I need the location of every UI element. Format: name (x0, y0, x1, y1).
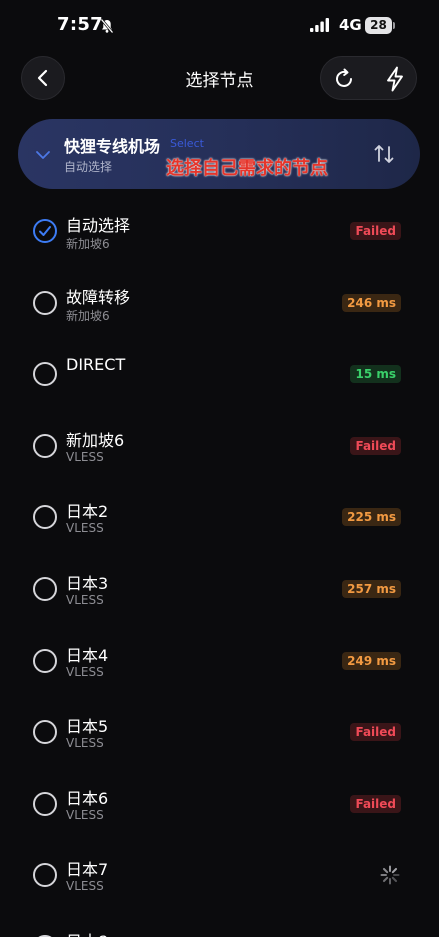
loading-spinner-icon (380, 865, 400, 885)
radio-unchecked[interactable] (33, 649, 57, 673)
proxy-item[interactable]: 新加坡6 VLESS Failed (0, 411, 439, 481)
latency-badge[interactable]: 249 ms (342, 652, 401, 670)
radio-unchecked[interactable] (33, 362, 57, 386)
group-selected-proxy: 自动选择 (64, 160, 113, 174)
status-bar: 7:57 4G 28 (0, 0, 439, 52)
proxy-item[interactable]: 日本4 VLESS 249 ms (0, 626, 439, 696)
proxy-name: 新加坡6 (66, 431, 125, 450)
battery-level: 28 (370, 18, 387, 32)
proxy-item[interactable]: 故障转移新加坡6 246 ms (0, 268, 439, 338)
proxy-name: 日本6 (66, 789, 109, 808)
proxy-name: 日本4 (66, 646, 109, 665)
proxy-item[interactable]: 日本2 VLESS 225 ms (0, 482, 439, 552)
status-time: 7:57 (57, 14, 103, 35)
proxy-protocol: VLESS (66, 593, 104, 607)
group-type: Select (170, 137, 204, 150)
status-badge-failed[interactable]: Failed (350, 437, 401, 455)
signal-icon (310, 18, 329, 32)
proxy-item[interactable]: 自动选择新加坡6 Failed (0, 196, 439, 266)
proxy-protocol: VLESS (66, 879, 104, 893)
radio-unchecked[interactable] (33, 792, 57, 816)
status-badge-failed[interactable]: Failed (350, 795, 401, 813)
latency-badge[interactable]: 246 ms (342, 294, 401, 312)
group-name: 快狸专线机场 (64, 137, 161, 156)
proxy-name: 日本2 (66, 502, 109, 521)
header-actions (320, 56, 417, 100)
proxy-item[interactable]: DIRECT 15 ms (0, 339, 439, 409)
latency-badge[interactable]: 225 ms (342, 508, 401, 526)
proxy-name: 自动选择 (66, 216, 131, 235)
proxy-name: 日本7 (66, 860, 109, 879)
bell-muted-icon (100, 18, 114, 34)
latency-badge[interactable]: 15 ms (350, 365, 401, 383)
refresh-button[interactable] (331, 66, 357, 92)
radio-unchecked[interactable] (33, 505, 57, 529)
network-type: 4G (339, 16, 362, 34)
proxy-name: DIRECT (66, 355, 126, 374)
radio-unchecked[interactable] (33, 291, 57, 315)
proxy-protocol: 新加坡6 (66, 237, 110, 251)
screen: 7:57 4G 28 选择节点 快狸专线机场 Select 自动选择 选择自己需… (0, 0, 439, 937)
proxy-item[interactable]: 日本3 VLESS 257 ms (0, 554, 439, 624)
proxy-name: 日本3 (66, 574, 109, 593)
radio-checked[interactable] (33, 219, 57, 243)
proxy-protocol: VLESS (66, 450, 104, 464)
refresh-icon (336, 68, 352, 87)
annotation-text: 选择自己需求的节点 (166, 158, 328, 179)
checkmark-icon (39, 226, 51, 236)
status-badge-failed[interactable]: Failed (350, 222, 401, 240)
proxy-item[interactable]: 日本8 (0, 912, 439, 937)
lightning-icon (387, 66, 403, 92)
proxy-protocol: VLESS (66, 736, 104, 750)
status-badge-failed[interactable]: Failed (350, 723, 401, 741)
radio-unchecked[interactable] (33, 434, 57, 458)
proxy-name: 日本5 (66, 717, 109, 736)
chevron-down-icon (36, 151, 50, 159)
proxy-protocol: VLESS (66, 808, 104, 822)
proxy-protocol: VLESS (66, 521, 104, 535)
radio-unchecked[interactable] (33, 577, 57, 601)
proxy-name: 日本8 (66, 928, 108, 937)
proxy-item[interactable]: 日本6 VLESS Failed (0, 769, 439, 839)
proxy-item[interactable]: 日本7 VLESS (0, 840, 439, 910)
proxy-name: 故障转移 (66, 288, 131, 307)
radio-unchecked[interactable] (33, 720, 57, 744)
radio-unchecked[interactable] (33, 863, 57, 887)
proxy-group-card[interactable]: 快狸专线机场 Select 自动选择 选择自己需求的节点 (18, 119, 420, 189)
test-latency-button[interactable] (382, 66, 408, 92)
proxy-protocol: 新加坡6 (66, 309, 110, 323)
latency-badge[interactable]: 257 ms (342, 580, 401, 598)
sort-icon[interactable] (372, 142, 396, 166)
battery-icon: 28 (365, 17, 395, 34)
proxy-item[interactable]: 日本5 VLESS Failed (0, 697, 439, 767)
proxy-protocol: VLESS (66, 665, 104, 679)
